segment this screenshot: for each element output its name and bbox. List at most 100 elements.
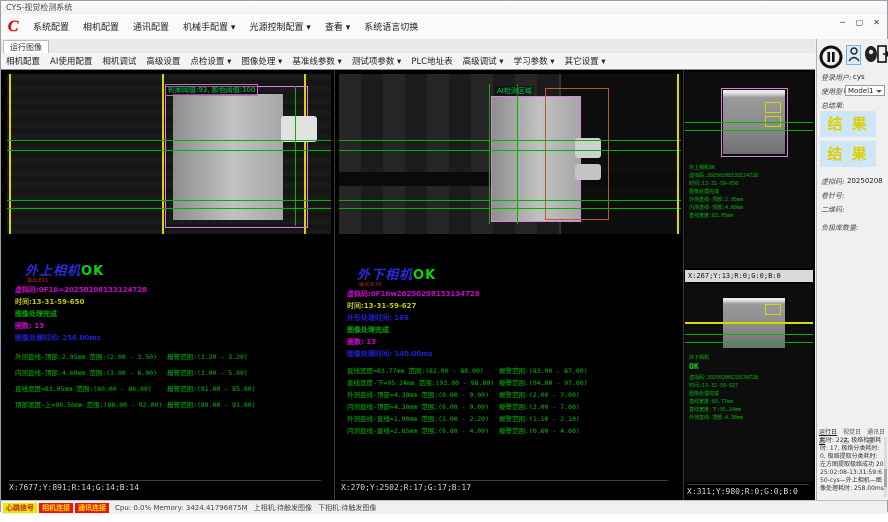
menu-language-switch[interactable]: 系统语言切换 — [357, 20, 425, 33]
measure-line — [685, 342, 813, 343]
measurement-row: 直线宽度=83.77mm 范围:(82.00 - 88.00) 报警范围:(83… — [347, 365, 677, 375]
log-text: 耗时: 222, 极络检测耗时: 17, 极络分类耗时: 0, 极络提取分类耗时… — [820, 437, 884, 493]
pin-number-label: 卷针号: — [821, 191, 844, 201]
settings-button[interactable] — [864, 45, 878, 65]
left-camera-viewport[interactable]: 轮廓阈值:93, 颜色阈值:100 — [7, 74, 331, 234]
inspected-part — [173, 94, 283, 220]
middle-capture-time: 时间:13-31-59-627 — [347, 301, 416, 311]
measurement-row: 直线宽度=83.05mm 范围:(80.00 - 86.00) 报警范围:(81… — [15, 383, 345, 393]
menu-system-config[interactable]: 系统配置 — [26, 20, 76, 33]
app-window: CYS-视觉检测系统 C 系统配置 相机配置 通讯配置 机械手配置 ▾ 光源控制… — [0, 0, 888, 512]
measure-line — [339, 200, 681, 201]
yellow-guide-line — [9, 74, 11, 234]
alarm-range: 报警范围:(2.20 - 3.20) — [167, 351, 248, 361]
small-bottom-camera-panel: 外下相机 OK 虚拟码:20250208133134728 时间:13-31-5… — [685, 282, 813, 501]
yellow-mark — [765, 102, 781, 113]
middle-output-sub: 输出:8:Y0 — [359, 281, 382, 288]
titlebar: CYS-视觉检测系统 — [1, 1, 887, 14]
pause-button[interactable] — [819, 45, 843, 72]
statusbar: 心跳信号 相机连接 通讯连接 Cpu: 0.0% Memory: 3424.41… — [1, 500, 887, 514]
tool-image-processing[interactable]: 图像处理 ▾ — [236, 55, 287, 67]
measure-vline — [295, 86, 296, 226]
middle-camera-panel: AI检测区域 外下相机OK 输出:8:Y0 虚拟码:0F1Iiw20250208… — [337, 70, 681, 501]
login-user-value: cys — [853, 73, 865, 81]
alarm-range: 报警范围:(2.00 - 7.00) — [499, 401, 580, 411]
tool-camera-config[interactable]: 相机配置 — [1, 55, 45, 67]
maximize-button[interactable]: ▢ — [851, 16, 868, 30]
alarm-range: 报警范围:(1.10 - 2.10) — [499, 413, 580, 423]
tool-learning-params[interactable]: 学习参数 ▾ — [509, 55, 560, 67]
qr-code-label: 二维码: — [821, 205, 844, 215]
log-scrollbar-thumb[interactable] — [884, 469, 887, 487]
panel-divider — [334, 70, 335, 501]
small-top-pixel-coords: X:267;Y:13;R:0;G:0;B:0 — [685, 270, 813, 282]
menu-robot-config[interactable]: 机械手配置 ▾ — [176, 20, 242, 33]
alarm-range: 报警范围:(0.60 - 4.00) — [499, 425, 580, 435]
measurement-row: 外测直线-顶部=4.38mm 范围:(0.00 - 9.00) 报警范围:(2.… — [347, 389, 677, 399]
middle-ai-time: 外形处理时间: 166 — [347, 313, 409, 323]
left-camera-panel: 轮廓阈值:93, 颜色阈值:100 外上相机OK 输出:E11 虚拟码:0F1I… — [5, 70, 333, 501]
middle-camera-viewport[interactable]: AI检测区域 — [339, 74, 681, 234]
count-label: 负极库数量: — [821, 223, 858, 233]
model-select[interactable]: Model1 — [845, 85, 885, 96]
virtual-code-value: 20250208 — [847, 177, 883, 185]
small-info-line: 内测直线-顶部:4.60mm — [689, 204, 743, 211]
tool-spot-check[interactable]: 点检设置 ▾ — [185, 55, 236, 67]
left-ok-status: OK — [81, 264, 104, 279]
comm-link-status-badge: 通讯连接 — [75, 503, 109, 513]
tool-advanced-settings[interactable]: 高级设置 — [141, 55, 185, 67]
alarm-range: 报警范围:(89.00 - 91.00) — [167, 399, 256, 409]
main-area: 轮廓阈值:93, 颜色阈值:100 外上相机OK 输出:E11 虚拟码:0F1I… — [1, 69, 815, 501]
left-process-time: 图像处理时间: 256.00ms — [15, 333, 101, 343]
tool-other-settings[interactable]: 其它设置 ▾ — [560, 55, 611, 67]
app-logo-icon: C — [4, 18, 22, 36]
close-button[interactable]: ✕ — [868, 16, 885, 30]
exit-door-icon — [877, 45, 888, 63]
left-output-sub: 输出:E11 — [27, 277, 48, 284]
user-login-button[interactable] — [846, 45, 861, 65]
log-scrollbar[interactable] — [884, 437, 887, 497]
measure-line — [7, 208, 331, 209]
login-user-label: 登录用户: — [821, 73, 851, 83]
menu-camera-config[interactable]: 相机配置 — [76, 20, 126, 33]
tool-advanced-debug[interactable]: 高级调试 ▾ — [458, 55, 509, 67]
tool-test-params[interactable]: 测试项参数 ▾ — [347, 55, 406, 67]
menu-comm-config[interactable]: 通讯配置 — [126, 20, 176, 33]
small-info-line: 外上相机OK — [689, 164, 715, 171]
measure-line — [339, 208, 681, 209]
alarm-range: 报警范围:(2.00 - 7.00) — [499, 389, 580, 399]
measure-vline — [489, 84, 490, 224]
minimize-button[interactable]: ─ — [834, 16, 851, 30]
total-result-label: 总结果: — [821, 101, 844, 111]
window-controls: ─ ▢ ✕ — [834, 16, 885, 30]
threshold-overlay-label: 轮廓阈值:93, 颜色阈值:100 — [165, 84, 258, 96]
menu-view[interactable]: 查看 ▾ — [318, 20, 357, 33]
yellow-guide-line — [685, 322, 813, 324]
yellow-mark — [765, 304, 781, 315]
small-bottom-pixel-coords: X:311;Y:980;R:0;G:0;B:0 — [687, 484, 809, 496]
alarm-range: 报警范围:(81.00 - 85.00) — [167, 383, 256, 393]
tool-camera-debug[interactable]: 相机调试 — [97, 55, 141, 67]
sidebar: 登录用户: cys 使用型号: Model1 总结果: 结 果 结 果 虚拟码:… — [816, 39, 888, 500]
menu-light-config[interactable]: 光源控制配置 ▾ — [242, 20, 317, 33]
middle-loop-count: 圈数: 13 — [347, 337, 376, 347]
tab-run-image[interactable]: 运行图像 — [3, 40, 49, 54]
toolbar: 相机配置 AI使用配置 相机调试 高级设置 点检设置 ▾ 图像处理 ▾ 基准线参… — [1, 53, 815, 70]
tool-baseline-params[interactable]: 基准线参数 ▾ — [287, 55, 346, 67]
gear-icon — [864, 45, 878, 63]
small-ok-status: OK — [689, 362, 699, 371]
small-bottom-viewport[interactable]: 外下相机 OK 虚拟码:20250208133134728 时间:13-31-5… — [685, 284, 813, 482]
exit-button[interactable] — [877, 45, 888, 65]
measure-line — [685, 122, 813, 123]
bright-feature — [575, 138, 601, 158]
tool-plc-address[interactable]: PLC地址表 — [406, 55, 457, 67]
tool-ai-usage-config[interactable]: AI使用配置 — [45, 55, 97, 67]
measurement-row: 直线宽度-下=95.24mm 范围:(93.00 - 98.00) 报警范围:(… — [347, 377, 677, 387]
small-top-viewport[interactable]: 外上相机OK 虚拟码:20250208133124728 时间:13-31-59… — [685, 72, 813, 268]
middle-process-time: 图像处理时间: 140.00ms — [347, 349, 433, 359]
panel-divider — [683, 70, 684, 501]
small-info-line: 虚拟码:20250208133134728 — [689, 374, 758, 381]
measure-vline — [517, 84, 518, 224]
small-info-line: 外下相机 — [689, 354, 709, 361]
ai-region-label: AI检测区域 — [495, 86, 534, 96]
